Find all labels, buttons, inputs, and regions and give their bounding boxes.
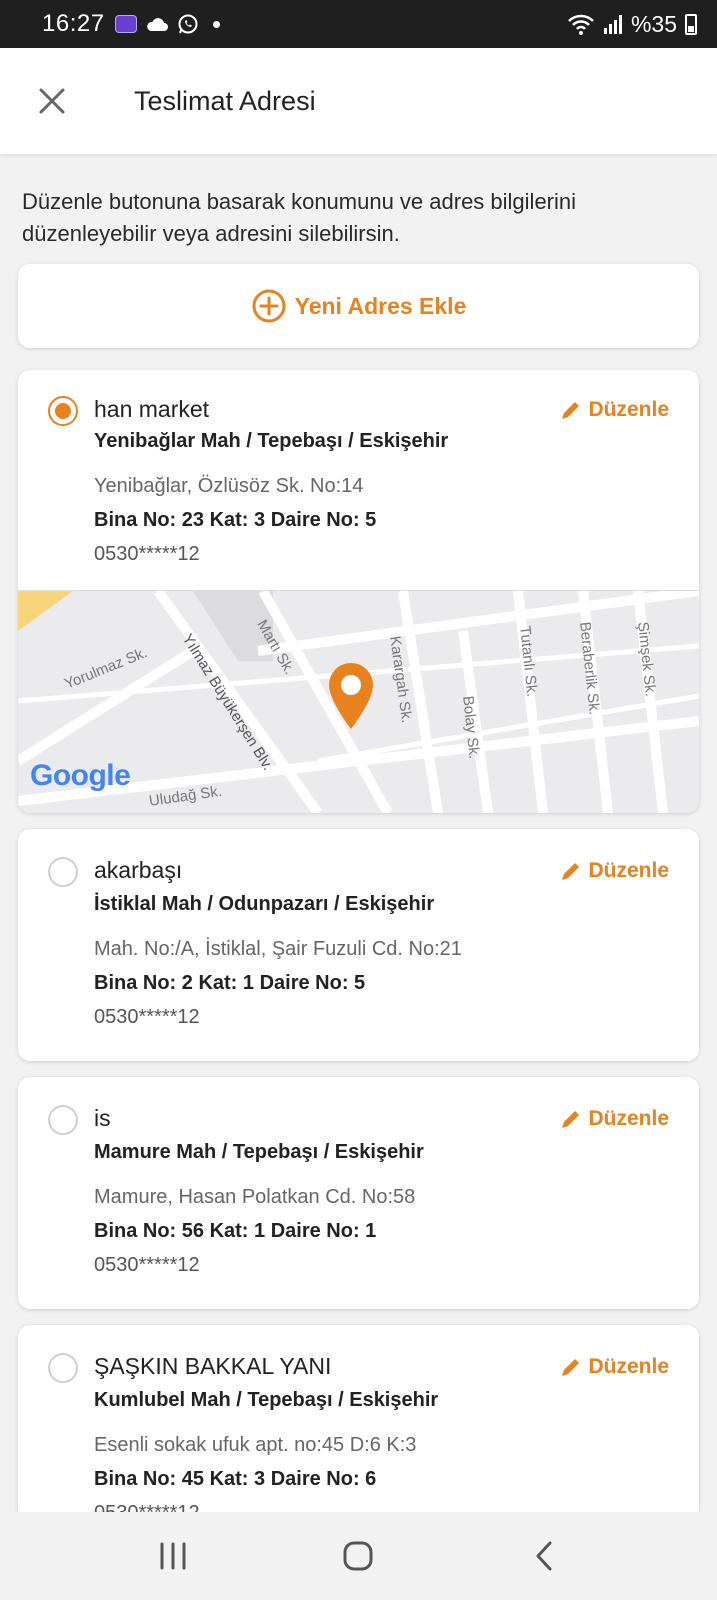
address-phone: 0530*****12 (94, 1502, 200, 1512)
map-preview[interactable]: Yorulmaz Sk. Yılmaz Büyükerşen Blv. Mart… (18, 586, 699, 813)
intro-text: Düzenle butonuna basarak konumunu ve adr… (22, 189, 577, 246)
add-address-button[interactable]: Yeni Adres Ekle (18, 264, 699, 348)
address-card[interactable]: akarbaşı İstiklal Mah / Odunpazarı / Esk… (18, 829, 699, 1061)
address-card[interactable]: ŞAŞKIN BAKKAL YANI Kumlubel Mah / Tepeba… (18, 1325, 699, 1512)
back-icon (536, 1541, 552, 1571)
system-icons: %35 (567, 11, 697, 38)
address-name: han market (94, 396, 210, 422)
notification-icons (114, 13, 220, 35)
status-bar: 16:27 %35 (0, 0, 717, 48)
address-radio-selected[interactable] (48, 396, 78, 426)
close-icon (39, 88, 65, 114)
edit-button[interactable]: Düzenle (560, 1355, 669, 1379)
address-radio[interactable] (48, 1353, 78, 1383)
edit-button[interactable]: Düzenle (560, 1107, 669, 1131)
edit-label: Düzenle (588, 859, 669, 882)
address-building: Bina No: 45 Kat: 3 Daire No: 6 (94, 1468, 377, 1490)
address-street: Yenibağlar, Özlüsöz Sk. No:14 (94, 475, 364, 497)
battery-icon (685, 13, 697, 35)
address-phone: 0530*****12 (94, 1254, 200, 1276)
home-icon (343, 1541, 373, 1571)
address-street: Mamure, Hasan Polatkan Cd. No:58 (94, 1186, 416, 1208)
app-notification-icon (114, 15, 137, 33)
address-region: Yenibağlar Mah / Tepebaşı / Eskişehir (94, 430, 449, 452)
page-title: Teslimat Adresi (134, 85, 316, 116)
signal-icon (603, 15, 622, 34)
whatsapp-icon (178, 14, 198, 34)
back-button[interactable] (514, 1526, 574, 1586)
recents-button[interactable] (143, 1526, 203, 1586)
pencil-icon (562, 402, 580, 419)
address-phone: 0530*****12 (94, 543, 200, 565)
recents-icon (160, 1542, 186, 1570)
system-nav-bar (0, 1512, 717, 1600)
address-street: Mah. No:/A, İstiklal, Şair Fuzuli Cd. No… (94, 938, 462, 960)
more-notifications-dot (212, 20, 220, 28)
address-street: Esenli sokak ufuk apt. no:45 D:6 K:3 (94, 1434, 417, 1456)
address-name: akarbaşı (94, 857, 183, 883)
status-time: 16:27 (42, 10, 105, 37)
address-card[interactable]: han market Yenibağlar Mah / Tepebaşı / E… (18, 370, 699, 813)
address-phone: 0530*****12 (94, 1006, 200, 1028)
cloud-icon (146, 18, 168, 31)
edit-label: Düzenle (588, 1107, 669, 1130)
address-region: Kumlubel Mah / Tepebaşı / Eskişehir (94, 1389, 439, 1411)
address-name: is (94, 1105, 111, 1131)
address-building: Bina No: 56 Kat: 1 Daire No: 1 (94, 1220, 377, 1242)
address-building: Bina No: 23 Kat: 3 Daire No: 5 (94, 509, 377, 531)
address-region: İstiklal Mah / Odunpazarı / Eskişehir (94, 893, 435, 915)
address-building: Bina No: 2 Kat: 1 Daire No: 5 (94, 972, 366, 994)
pencil-icon (562, 863, 580, 880)
wifi-icon (568, 14, 594, 35)
battery-percent: %35 (630, 10, 677, 37)
address-region: Mamure Mah / Tepebaşı / Eskişehir (94, 1141, 424, 1163)
address-radio[interactable] (48, 857, 78, 887)
address-name: ŞAŞKIN BAKKAL YANI (94, 1353, 332, 1379)
address-card[interactable]: is Mamure Mah / Tepebaşı / Eskişehir Mam… (18, 1077, 699, 1309)
edit-label: Düzenle (588, 1355, 669, 1378)
edit-label: Düzenle (588, 398, 669, 421)
google-logo: Google (30, 759, 131, 792)
add-address-label: Yeni Adres Ekle (294, 292, 467, 319)
home-button[interactable] (328, 1526, 388, 1586)
pencil-icon (562, 1359, 580, 1376)
app-header: Teslimat Adresi (0, 48, 717, 154)
plus-circle-icon (252, 289, 286, 323)
close-button[interactable] (28, 77, 76, 125)
map-pin-icon (329, 663, 373, 729)
edit-button[interactable]: Düzenle (560, 398, 669, 422)
pencil-icon (562, 1111, 580, 1128)
edit-button[interactable]: Düzenle (560, 859, 669, 883)
address-radio[interactable] (48, 1105, 78, 1135)
